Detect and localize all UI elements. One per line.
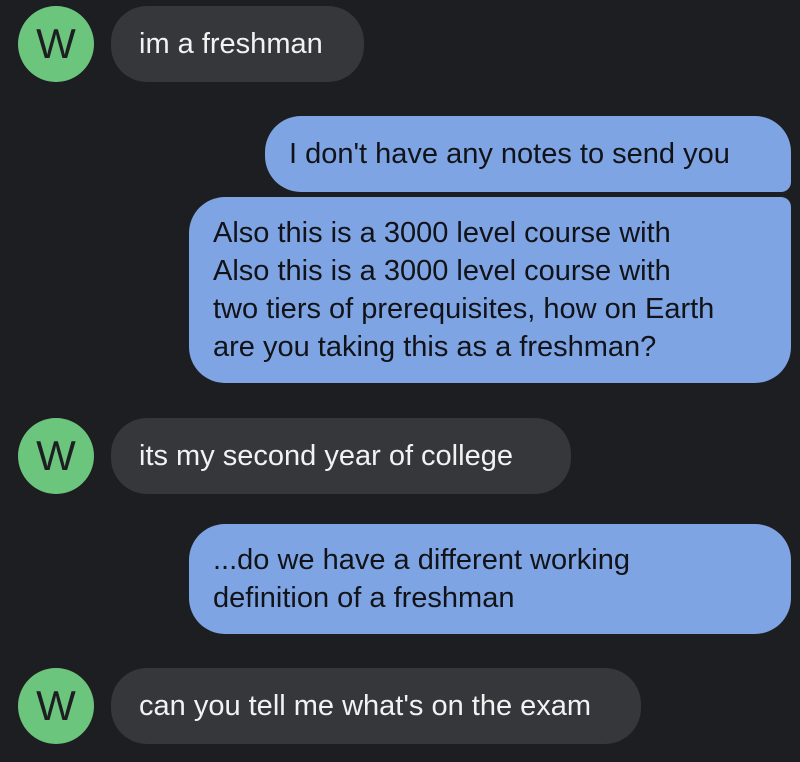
incoming-message[interactable]: im a freshman [111, 6, 364, 82]
outgoing-message[interactable]: ...do we have a different working defini… [189, 524, 791, 634]
outgoing-message[interactable]: Also this is a 3000 level course with Al… [189, 197, 791, 383]
contact-avatar[interactable]: W [18, 6, 94, 82]
message-thread: W im a freshman I don't have any notes t… [0, 0, 800, 762]
incoming-message[interactable]: can you tell me what's on the exam [111, 668, 641, 744]
incoming-message[interactable]: its my second year of college [111, 418, 571, 494]
contact-avatar[interactable]: W [18, 418, 94, 494]
outgoing-message[interactable]: I don't have any notes to send you [265, 116, 791, 192]
contact-avatar[interactable]: W [18, 668, 94, 744]
